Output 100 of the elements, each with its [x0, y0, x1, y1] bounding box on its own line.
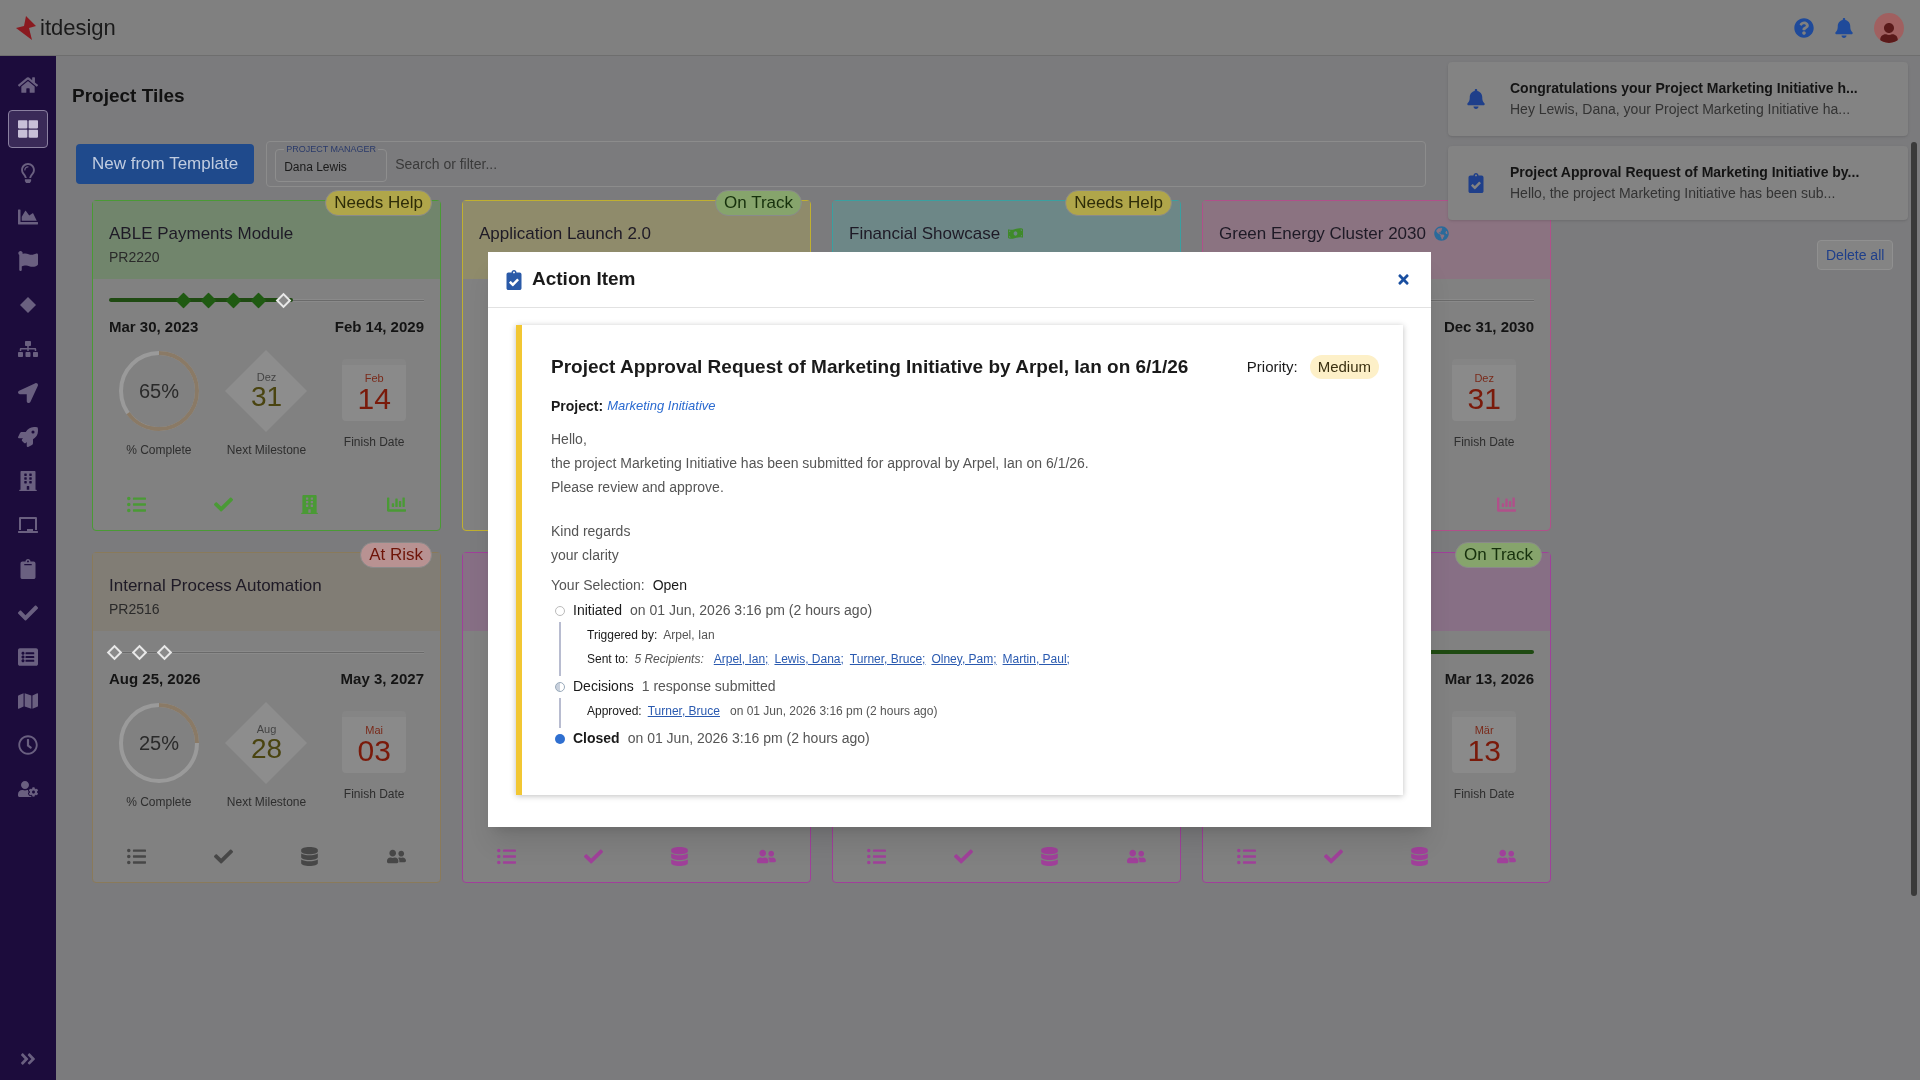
- gauge-label: Next Milestone: [226, 794, 307, 811]
- step-detail: on 01 Jun, 2026 3:16 pm (2 hours ago): [627, 729, 870, 748]
- expand-icon[interactable]: [19, 1050, 37, 1068]
- database-icon[interactable]: [300, 846, 320, 866]
- person-link[interactable]: Turner, Bruce: [647, 701, 720, 720]
- home-icon[interactable]: [18, 75, 38, 95]
- project-label: Project:: [551, 396, 604, 416]
- priority-label: Priority:: [1246, 357, 1298, 377]
- project-manager-filter[interactable]: PROJECT MANAGER Dana Lewis: [275, 144, 388, 182]
- detail-value: on 01 Jun, 2026 3:16 pm (2 hours ago): [729, 702, 938, 720]
- detail-label: Triggered by:: [587, 626, 658, 644]
- person-link[interactable]: Arpel, Ian;: [713, 649, 769, 668]
- globe-icon: [1433, 226, 1449, 242]
- person-link[interactable]: Martin, Paul;: [1002, 649, 1070, 668]
- card-code: PR2220: [109, 247, 161, 267]
- map-icon[interactable]: [18, 691, 38, 711]
- card-title: ABLE Payments Module: [109, 223, 294, 245]
- notification-card[interactable]: Congratulations your Project Marketing Initiative h... Hey Lewis, Dana, your Project Marketing Initiative ha...: [1448, 62, 1908, 136]
- notification-title: Project Approval Request of Marketing Initiative by...: [1510, 163, 1860, 182]
- flag-icon[interactable]: [18, 251, 38, 271]
- gauge-label: % Complete: [126, 794, 192, 811]
- check-icon[interactable]: [18, 603, 38, 623]
- step-detail: 1 response submitted: [641, 677, 776, 696]
- status-badge: On Track: [1455, 542, 1542, 568]
- gauge-label: Finish Date: [1453, 434, 1515, 451]
- lightbulb-icon[interactable]: [18, 163, 38, 183]
- detail-label: Sent to:: [587, 650, 629, 668]
- help-icon[interactable]: [1794, 17, 1814, 38]
- approval-icon: [504, 269, 524, 290]
- diamond-icon[interactable]: [19, 296, 37, 314]
- filter-bar[interactable]: PROJECT MANAGER Dana Lewis Search or filter...: [266, 141, 1427, 187]
- milestone-month: Aug: [256, 723, 277, 735]
- notification-text: Hey Lewis, Dana, your Project Marketing Initiative ha...: [1510, 100, 1852, 119]
- clock-icon[interactable]: [18, 735, 38, 755]
- person-link[interactable]: Lewis, Dana;: [774, 649, 844, 668]
- check-icon[interactable]: [1323, 846, 1343, 866]
- close-icon[interactable]: [1396, 272, 1411, 287]
- progress-ring: 65%: [116, 349, 201, 433]
- project-link[interactable]: Marketing Initiative: [607, 396, 716, 416]
- arrow-icon[interactable]: [18, 383, 38, 403]
- gauge-label: Next Milestone: [226, 442, 307, 459]
- notification-text: Hello, the project Marketing Initiative has been sub...: [1510, 184, 1837, 203]
- check-icon[interactable]: [213, 494, 233, 514]
- end-date: Feb 14, 2029: [334, 316, 424, 337]
- check-icon[interactable]: [583, 846, 603, 866]
- gauge-label: % Complete: [126, 442, 192, 459]
- status-badge: At Risk: [360, 542, 432, 568]
- logo-text: itdesign: [40, 14, 116, 42]
- hierarchy-icon[interactable]: [18, 339, 38, 359]
- person-link[interactable]: Olney, Pam;: [931, 649, 997, 668]
- notification-card[interactable]: Project Approval Request of Marketing Initiative by... Hello, the project Marketing Initiative has been sub...: [1448, 146, 1908, 220]
- message-line: your clarity: [551, 545, 620, 565]
- rocket-icon[interactable]: [18, 427, 38, 447]
- nav-item[interactable]: [8, 110, 48, 148]
- milestone-month: Dez: [256, 371, 277, 383]
- card-title: Financial Showcase: [849, 223, 1001, 245]
- step-detail: on 01 Jun, 2026 3:16 pm (2 hours ago): [630, 601, 873, 620]
- card-title: Application Launch 2.0: [479, 223, 652, 245]
- page-title: Project Tiles: [72, 83, 185, 108]
- check-icon[interactable]: [953, 846, 973, 866]
- gauge-label: Finish Date: [343, 786, 405, 803]
- start-date: Mar 30, 2023: [109, 316, 199, 337]
- step-label: Decisions: [573, 677, 634, 696]
- board-icon[interactable]: [18, 515, 38, 535]
- clipboard-icon[interactable]: [18, 559, 38, 579]
- item-title: Project Approval Request of Marketing Initiative by Arpel, Ian on 6/1/26: [551, 355, 1189, 379]
- list-icon[interactable]: [18, 647, 38, 667]
- selection-label: Your Selection:: [551, 575, 645, 595]
- logo-icon: [16, 15, 36, 40]
- calendar-tile: Mär 13: [1452, 711, 1517, 773]
- step-label: Initiated: [573, 601, 623, 620]
- card-title: Internal Process Automation: [109, 575, 322, 597]
- calendar-tile: Feb 14: [342, 359, 407, 421]
- detail-value: Arpel, Ian: [663, 626, 715, 644]
- end-date: May 3, 2027: [340, 668, 424, 689]
- new-from-template-button[interactable]: New from Template: [76, 144, 255, 184]
- user-settings-icon[interactable]: [18, 779, 38, 799]
- step-label: Closed: [573, 729, 620, 748]
- status-badge: On Track: [715, 190, 802, 216]
- gauge-label: Finish Date: [1453, 786, 1515, 803]
- list-icon[interactable]: [126, 846, 146, 866]
- status-badge: Needs Help: [325, 190, 432, 216]
- message-line: Kind regards: [551, 521, 632, 541]
- calendar-tile: Mai 03: [342, 711, 407, 773]
- dialog-title: Action Item: [532, 267, 636, 292]
- end-date: Mar 13, 2026: [1444, 668, 1534, 689]
- notification-bell-icon[interactable]: [1834, 17, 1854, 38]
- detail-label: Approved:: [587, 702, 642, 720]
- approval-icon: [1466, 173, 1486, 193]
- person-link[interactable]: Turner, Bruce;: [849, 649, 926, 668]
- tiles-icon[interactable]: [18, 119, 38, 139]
- priority-badge: Medium: [1309, 355, 1379, 380]
- avatar[interactable]: [1874, 12, 1904, 43]
- message-line: Hello,: [551, 429, 588, 449]
- search-field[interactable]: Search or filter...: [395, 153, 1418, 175]
- area-chart-icon[interactable]: [18, 207, 38, 227]
- check-icon[interactable]: [213, 846, 233, 866]
- start-date: Aug 25, 2026: [109, 668, 201, 689]
- recipients-count: 5 Recipients:: [634, 650, 704, 668]
- building-icon[interactable]: [18, 471, 38, 491]
